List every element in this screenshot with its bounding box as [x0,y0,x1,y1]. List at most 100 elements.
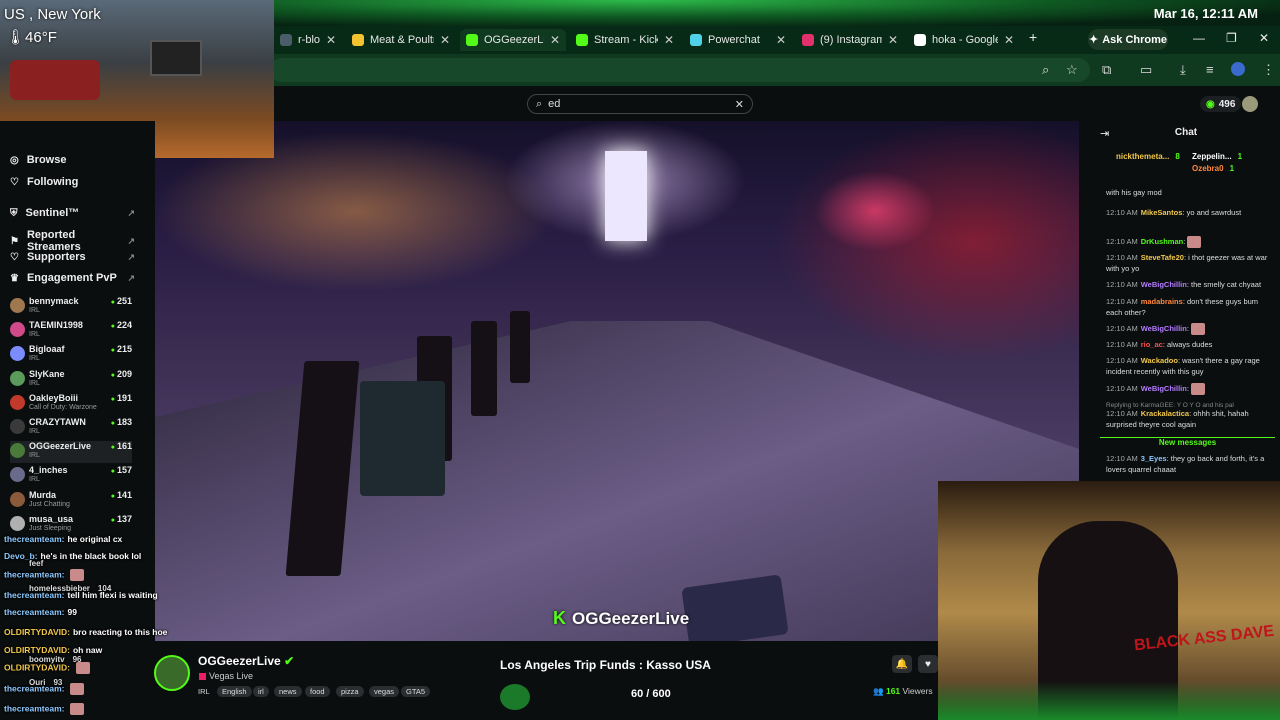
top-gifter[interactable]: Ozebra0 1 [1192,164,1234,173]
channel-viewers: 157 [111,465,132,475]
search-input[interactable]: ⌕ ed ✕ [527,94,753,114]
profile-avatar-icon[interactable] [1231,62,1245,76]
bookmark-star-icon[interactable]: ☆ [1066,62,1078,78]
followed-channel[interactable]: TAEMIN1998IRL 224 [10,320,132,342]
channel-avatar [10,443,25,459]
media-icon[interactable]: ≡ [1206,62,1214,77]
overlay-chat-line: OLDIRTYDAVID: oh naw [4,645,102,655]
stream-tag[interactable]: English [217,686,252,697]
chat-username[interactable]: MikeSantos [1141,208,1183,217]
chat-message: 12:10 AM Krackalactica: ohhh shit, hahah … [1106,409,1249,429]
stream-category[interactable]: Vegas Live [199,671,253,681]
bell-icon: 🔔 [895,658,909,670]
chat-username[interactable]: WeBigChillin [1141,324,1187,333]
close-tab-icon[interactable]: ✕ [440,33,450,47]
clear-search-icon[interactable]: ✕ [735,98,744,111]
stream-tag[interactable]: vegas [369,686,400,697]
chat-username[interactable]: DrKushman [1141,237,1184,246]
extensions-icon[interactable]: ⧉ [1102,62,1111,78]
stream-tag[interactable]: IRL [198,686,210,697]
top-gifter[interactable]: Zeppelin... 1 [1192,152,1242,161]
verified-badge-icon: ✔ [284,654,295,668]
tab-label: Stream - Kick D [594,34,658,46]
viewer-count: 👥 161 Viewers [873,686,933,696]
nav-label: Engagement PvP [26,272,117,284]
tab-label: hoka - Google S [932,34,998,46]
followed-channel[interactable]: SlyKaneIRL 209 [10,369,132,391]
gifter-count: 1 [1237,152,1243,161]
new-tab-icon[interactable]: + [1029,29,1037,45]
flag-icon: ⚑ [10,235,19,247]
chat-username[interactable]: WeBigChillin [1141,280,1187,289]
stream-tag[interactable]: news [274,686,302,697]
notification-bell-button[interactable]: 🔔 [892,655,912,673]
browser-tab[interactable]: r-block-a3a ✕ [274,29,342,51]
followed-channel[interactable]: OGGeezerLiveIRL 161 [10,441,132,464]
gifter-name: Ozebra0 [1192,164,1224,173]
follow-heart-button[interactable]: ♥ [918,655,938,673]
sidebar-nav-item[interactable]: ♡ Supporters ↗ [10,251,135,263]
channel-category: IRL [29,355,40,363]
browser-tab[interactable]: OGGeezerLi ✕ [460,29,566,51]
browser-tab[interactable]: Meat & Poultry ✕ [346,29,456,51]
sidebar-nav-item[interactable]: ⛨ Sentinel™ ↗ [10,207,135,219]
close-tab-icon[interactable]: ✕ [776,33,786,47]
stream-tag[interactable]: irl [253,686,269,697]
new-messages-divider[interactable]: New messages [1100,437,1275,447]
address-bar[interactable] [270,58,1090,82]
channel-name: OGGeezerLive [29,441,92,452]
streamer-name[interactable]: OGGeezerLive ✔ [198,654,294,668]
minimize-icon[interactable]: — [1193,31,1205,45]
browser-tab[interactable]: hoka - Google S ✕ [908,29,1020,51]
sidebar-nav-item[interactable]: ◎ Browse [10,154,135,166]
followed-channel[interactable]: OakleyBoiiiCall of Duty: Warzone 191 [10,393,132,415]
close-tab-icon[interactable]: ✕ [888,33,898,47]
close-tab-icon[interactable]: ✕ [550,33,560,47]
close-tab-icon[interactable]: ✕ [326,33,336,47]
stream-tag[interactable]: GTA5 [401,686,431,697]
followed-channel[interactable]: MurdaJust Chatting 141 [10,490,132,512]
cast-icon[interactable]: ▭ [1140,62,1152,78]
followed-channel[interactable]: CRAZYTAWNIRL 183 [10,417,132,439]
webcam-overlay-person: BLACK ASS DAVE [938,481,1280,720]
download-icon[interactable]: ⤓ [1180,62,1186,78]
browser-tab[interactable]: Powerchat ✕ [684,29,792,51]
chat-message: 12:10 AM 3_Eyes: they go back and forth, … [1106,454,1265,474]
chat-username[interactable]: madabrains [1141,297,1183,306]
overlay-chat-line: Devo_b: he's in the black book lol [4,551,141,561]
nav-label: Reported Streamers [26,229,81,253]
stream-tag[interactable]: pizza [336,686,364,697]
channel-points-badge[interactable]: ◉ 496 [1200,96,1242,112]
followed-channel[interactable]: 4_inchesIRL 157 [10,465,132,487]
close-tab-icon[interactable]: ✕ [664,33,674,47]
top-gifter[interactable]: nickthemeta... 8 [1116,152,1180,161]
chat-username[interactable]: WeBigChillin [1141,384,1187,393]
streamer-avatar[interactable] [154,655,190,691]
close-tab-icon[interactable]: ✕ [1004,33,1014,47]
sidebar-nav-item[interactable]: ♛ Engagement PvP ↗ [10,272,135,284]
followed-channel[interactable]: bennymackIRL 251 [10,296,132,318]
menu-kebab-icon[interactable]: ⋮ [1262,62,1275,78]
followed-channel[interactable]: musa_usaJust Sleeping 137 [10,514,132,536]
user-avatar[interactable] [1242,96,1258,112]
sidebar-nav-item[interactable]: ♡ Following [10,176,135,188]
goal-progress-icon [500,684,530,710]
zoom-icon[interactable]: ⌕ [1042,62,1049,78]
chat-username[interactable]: rio_ac [1141,340,1163,349]
sidebar-nav-item[interactable]: ⚑ Reported Streamers ↗ [10,229,135,253]
chat-text: with his gay mod [1106,188,1162,197]
emote-icon [1191,383,1205,396]
browser-tab[interactable]: (9) Instagram ✕ [796,29,904,51]
ask-chrome-button[interactable]: ✦ Ask Chrome [1088,29,1168,50]
maximize-icon[interactable]: ❐ [1226,31,1237,45]
google-icon [914,34,926,46]
channel-category: IRL [29,379,40,387]
browser-tab[interactable]: Stream - Kick D ✕ [570,29,680,51]
close-window-icon[interactable]: ✕ [1259,31,1269,45]
overlay-chat-user: feef [29,559,44,568]
stream-tag[interactable]: food [305,686,330,697]
channel-avatar [10,515,25,531]
chat-username[interactable]: Wackadoo [1141,356,1178,365]
followed-channel[interactable]: BigloaafIRL 215 [10,344,132,366]
chat-username[interactable]: SteveTafe20 [1141,253,1184,262]
